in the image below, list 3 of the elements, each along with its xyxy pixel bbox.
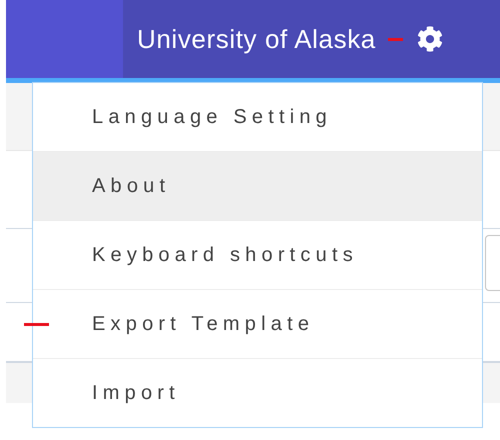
organization-name: University of Alaska: [137, 22, 376, 56]
menu-item[interactable]: About: [33, 152, 482, 220]
settings-icon[interactable]: [416, 26, 443, 52]
